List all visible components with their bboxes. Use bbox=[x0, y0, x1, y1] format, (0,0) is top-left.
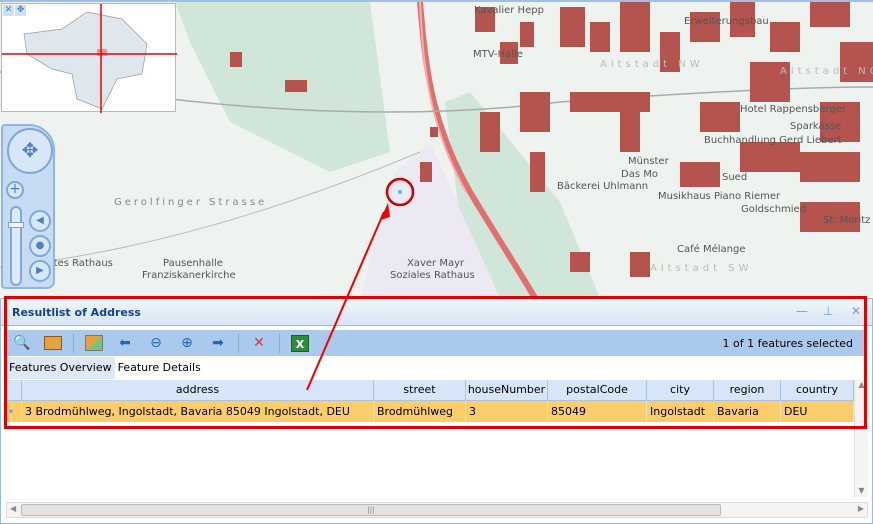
move-icon[interactable]: ✥ bbox=[15, 5, 26, 16]
map-label: Münster bbox=[628, 156, 669, 167]
horizontal-scroll-thumb[interactable]: ||| bbox=[21, 504, 721, 516]
cell-region: Bavaria bbox=[714, 401, 781, 422]
cell-address: 3 Brodmühlweg, Ingolstadt, Bavaria 85049… bbox=[22, 401, 374, 422]
map-label: Franziskanerkirche bbox=[142, 270, 236, 281]
next-extent-icon[interactable]: ▶ bbox=[29, 260, 51, 282]
result-list-panel: Resultlist of Address — ⊥ ✕ 🔍 ⬅ ⊖ ⊕ ➡ ✕ … bbox=[0, 298, 873, 524]
panel-header: Resultlist of Address — ⊥ ✕ bbox=[1, 299, 872, 326]
results-table: address street houseNumber postalCode ci… bbox=[6, 380, 854, 422]
zoom-previous-icon[interactable]: ⊖ bbox=[145, 333, 167, 353]
excel-export-icon[interactable]: X bbox=[289, 333, 311, 353]
map-label: Gerolfinger Strasse bbox=[114, 197, 268, 208]
tab-features-overview[interactable]: Features Overview bbox=[6, 357, 115, 379]
toolbar-divider bbox=[238, 333, 239, 353]
map-label: Bäckerei Uhlmann bbox=[557, 181, 649, 192]
map-label: St. Moritz bbox=[823, 215, 871, 226]
next-arrow-icon[interactable]: ➡ bbox=[207, 333, 229, 353]
map-label: Das Mo bbox=[621, 169, 658, 180]
tab-feature-details[interactable]: Feature Details bbox=[114, 357, 204, 379]
zoom-slider-handle[interactable] bbox=[8, 222, 24, 228]
map-label: Goldschmied bbox=[741, 204, 807, 215]
overview-map-image bbox=[2, 4, 177, 113]
zoom-in-button[interactable]: + bbox=[6, 181, 24, 199]
expander-column-header bbox=[6, 380, 22, 400]
table-header: address street houseNumber postalCode ci… bbox=[6, 380, 854, 401]
column-header-city[interactable]: city bbox=[647, 380, 714, 400]
previous-extent-icon[interactable]: ◀ bbox=[29, 210, 51, 232]
zoom-slider[interactable] bbox=[8, 206, 24, 286]
table-icon[interactable] bbox=[42, 333, 64, 353]
map-label: Kavalier Hepp bbox=[474, 5, 544, 16]
tab-bar: Features Overview Feature Details bbox=[6, 357, 204, 379]
map-label: Sued bbox=[722, 172, 748, 183]
clear-selection-icon[interactable]: ✕ bbox=[248, 333, 270, 353]
close-icon[interactable]: ✕ bbox=[851, 304, 861, 318]
table-image-icon[interactable] bbox=[83, 333, 105, 353]
panel-title: Resultlist of Address bbox=[12, 306, 141, 319]
scroll-left-icon[interactable]: ◀ bbox=[10, 504, 16, 513]
close-overview-icon[interactable]: ✕ bbox=[3, 5, 14, 16]
result-toolbar: 🔍 ⬅ ⊖ ⊕ ➡ ✕ X 1 of 1 features selected bbox=[6, 330, 865, 356]
row-expander-icon[interactable]: ▾ bbox=[6, 401, 22, 422]
table-row[interactable]: ▾ 3 Brodmühlweg, Ingolstadt, Bavaria 850… bbox=[6, 401, 854, 422]
map-view[interactable]: Kavalier Hepp MTV-Halle Erweiterungsbau … bbox=[0, 0, 873, 296]
map-label: Sparkasse bbox=[790, 121, 842, 132]
column-header-postalcode[interactable]: postalCode bbox=[548, 380, 647, 400]
previous-arrow-icon[interactable]: ⬅ bbox=[114, 333, 136, 353]
map-label: Café Mélange bbox=[677, 244, 746, 255]
toolbar-divider bbox=[279, 333, 280, 353]
map-label: Altstadt NW bbox=[600, 59, 704, 70]
toolbar-divider bbox=[73, 333, 74, 353]
cell-street: Brodmühlweg bbox=[374, 401, 466, 422]
navigation-control: ✥ + ◀ ● ▶ bbox=[1, 124, 55, 289]
map-label: Musikhaus Piano Riemer bbox=[658, 191, 781, 202]
map-label: Buchhandlung Gerd Liebert bbox=[704, 135, 842, 146]
map-label: Soziales Rathaus bbox=[390, 270, 475, 281]
map-label: Pausenhalle bbox=[163, 258, 223, 269]
column-header-street[interactable]: street bbox=[374, 380, 466, 400]
horizontal-scrollbar[interactable]: ◀ ||| ▶ bbox=[6, 502, 868, 518]
map-label: Hotel Rappensberger bbox=[740, 104, 846, 115]
cell-postalcode: 85049 bbox=[548, 401, 647, 422]
pin-icon[interactable]: ⊥ bbox=[823, 304, 833, 318]
zoom-next-icon[interactable]: ⊕ bbox=[176, 333, 198, 353]
overview-map[interactable]: ✕ ✥ bbox=[1, 3, 177, 113]
scroll-up-icon[interactable]: ▲ bbox=[855, 380, 868, 389]
scroll-right-icon[interactable]: ▶ bbox=[858, 504, 864, 513]
column-header-address[interactable]: address bbox=[22, 380, 374, 400]
column-header-country[interactable]: country bbox=[781, 380, 854, 400]
map-label: Altstadt NO bbox=[780, 66, 873, 77]
selection-status: 1 of 1 features selected bbox=[722, 337, 853, 350]
zoom-to-selection-icon[interactable]: 🔍 bbox=[11, 333, 33, 353]
map-label: Altstadt SW bbox=[650, 263, 753, 274]
column-header-housenumber[interactable]: houseNumber bbox=[466, 380, 548, 400]
map-label: Xaver Mayr bbox=[407, 258, 465, 269]
pan-arrows-icon[interactable]: ✥ bbox=[7, 128, 53, 174]
cell-housenumber: 3 bbox=[466, 401, 548, 422]
minimize-icon[interactable]: — bbox=[796, 304, 808, 318]
vertical-scrollbar[interactable]: ▲ ▼ bbox=[854, 380, 868, 497]
map-label: Erweiterungsbau bbox=[684, 16, 769, 27]
map-label: MTV-Halle bbox=[473, 49, 523, 60]
cell-country: DEU bbox=[781, 401, 854, 422]
scroll-down-icon[interactable]: ▼ bbox=[855, 486, 868, 495]
cell-city: Ingolstadt bbox=[647, 401, 714, 422]
column-header-region[interactable]: region bbox=[714, 380, 781, 400]
full-extent-icon[interactable]: ● bbox=[29, 235, 51, 257]
